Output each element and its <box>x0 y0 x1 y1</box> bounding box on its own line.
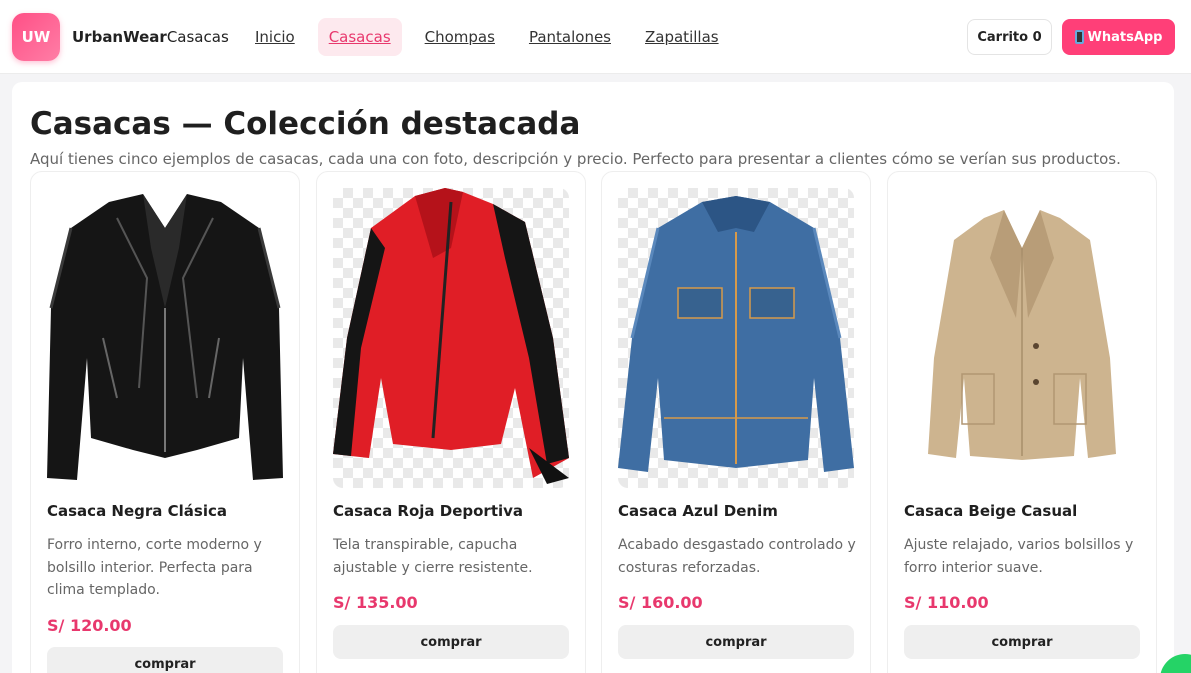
product-title: Casaca Negra Clásica <box>47 502 227 520</box>
product-image-blue-denim-jacket[interactable] <box>618 188 854 488</box>
buy-button[interactable]: comprar <box>618 625 854 659</box>
black-leather-jacket-icon <box>47 194 283 480</box>
whatsapp-button[interactable]: WhatsApp <box>1062 19 1175 55</box>
product-price: S/ 110.00 <box>904 593 989 612</box>
nav-link-inicio[interactable]: Inicio <box>244 18 306 56</box>
nav-link-zapatillas[interactable]: Zapatillas <box>634 18 730 56</box>
cart-button[interactable]: Carrito 0 <box>967 19 1052 55</box>
product-price: S/ 120.00 <box>47 616 132 635</box>
product-image-beige-blazer[interactable] <box>904 188 1140 488</box>
blue-denim-jacket-icon <box>618 196 854 472</box>
product-title: Casaca Beige Casual <box>904 502 1078 520</box>
brand-name-bold: UrbanWear <box>72 28 167 46</box>
nav-link-casacas[interactable]: Casacas <box>317 18 402 56</box>
product-card: Casaca Beige Casual Ajuste relajado, var… <box>887 171 1157 673</box>
product-description: Acabado desgastado controlado y costuras… <box>618 537 856 576</box>
red-sport-jacket-icon <box>333 188 569 484</box>
buy-button[interactable]: comprar <box>47 647 283 673</box>
main-nav: Inicio Casacas Chompas Pantalones Zapati… <box>244 18 730 56</box>
buy-button[interactable]: comprar <box>904 625 1140 659</box>
brand-name[interactable]: UrbanWearCasacas <box>72 28 229 46</box>
page-description: Aquí tienes cinco ejemplos de casacas, c… <box>30 150 1121 168</box>
page-title: Casacas — Colección destacada <box>30 106 581 142</box>
product-description: Tela transpirable, capucha ajustable y c… <box>333 537 533 576</box>
brand-name-light: Casacas <box>166 28 229 46</box>
product-price: S/ 135.00 <box>333 593 418 612</box>
brand-logo[interactable]: UW <box>12 13 60 61</box>
product-title: Casaca Azul Denim <box>618 502 778 520</box>
nav-link-pantalones[interactable]: Pantalones <box>518 18 622 56</box>
product-image-red-sport-jacket[interactable] <box>333 188 569 488</box>
nav-link-chompas[interactable]: Chompas <box>414 18 506 56</box>
product-description: Ajuste relajado, varios bolsillos y forr… <box>904 537 1134 576</box>
product-description: Forro interno, corte moderno y bolsillo … <box>47 537 262 598</box>
whatsapp-button-label: WhatsApp <box>1087 29 1163 45</box>
product-card: Casaca Roja Deportiva Tela transpirable,… <box>316 171 586 673</box>
product-image-black-leather-jacket[interactable] <box>47 188 283 488</box>
product-title: Casaca Roja Deportiva <box>333 502 524 520</box>
product-price: S/ 160.00 <box>618 593 703 612</box>
product-card: Casaca Negra Clásica Forro interno, cort… <box>30 171 300 673</box>
phone-icon <box>1074 30 1084 44</box>
product-card: Casaca Azul Denim Acabado desgastado con… <box>601 171 871 673</box>
buy-button[interactable]: comprar <box>333 625 569 659</box>
top-header: UW UrbanWearCasacas Inicio Casacas Chomp… <box>0 0 1191 74</box>
beige-blazer-icon <box>928 210 1116 460</box>
